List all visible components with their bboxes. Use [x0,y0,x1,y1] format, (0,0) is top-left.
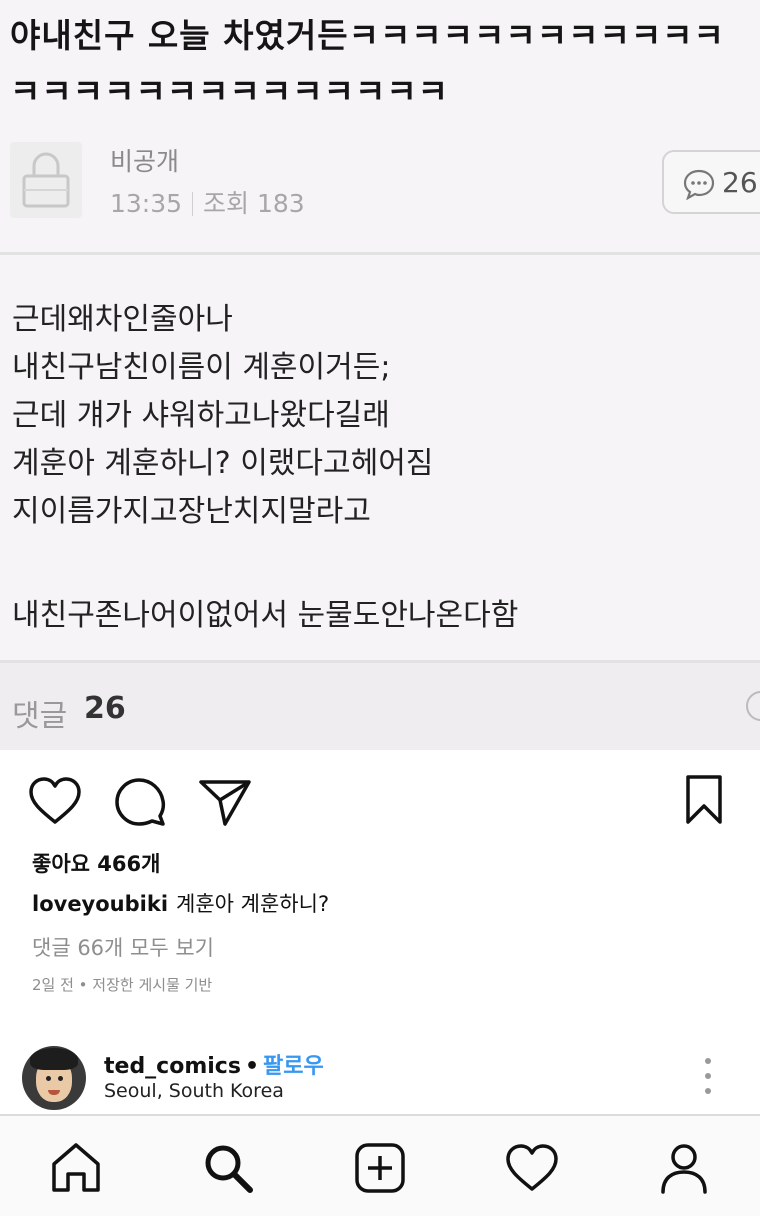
refresh-icon[interactable] [746,691,760,721]
body-line: 지이름가지고장난치지말라고 [12,494,371,529]
tab-profile[interactable] [656,1140,712,1196]
location[interactable]: Seoul, South Korea [104,1080,284,1102]
follow-button[interactable]: 팔로우 [263,1048,324,1080]
lock-icon [22,152,70,208]
post-time-info: 2일 전 • 저장한 게시물 기반 [32,976,213,994]
comments-label: 댓글 [12,699,68,734]
post-author: 비공개 [110,147,180,176]
divider [192,192,194,216]
plus-square-icon [355,1143,405,1193]
post-screenshot: 야내친구 오늘 차였거든ㅋㅋㅋㅋㅋㅋㅋㅋㅋㅋㅋㅋㅋㅋㅋㅋㅋㅋㅋㅋㅋㅋㅋㅋㅋㅋ 비… [0,0,760,750]
author-line: ted_comics • 팔로우 [104,1048,324,1080]
tab-activity[interactable] [504,1140,560,1196]
save-button[interactable] [684,774,724,829]
heart-icon [506,1144,558,1191]
body-line: 계훈아 계훈하니? 이랬다고헤어짐 [12,446,434,481]
comment-count: 26 [722,166,758,199]
tab-search[interactable] [200,1140,256,1196]
avatar-hair [30,1048,78,1070]
more-dot [705,1058,711,1064]
more-options-button[interactable] [696,1056,720,1096]
post-views: 조회 183 [203,189,305,218]
like-button[interactable] [28,776,82,829]
tab-home[interactable] [48,1140,104,1196]
comment-button[interactable] [114,776,166,831]
author-username[interactable]: ted_comics [104,1054,241,1079]
person-icon [661,1144,707,1194]
separator-dot: • [244,1054,260,1079]
caption-text: 계훈아 계훈하니? [176,892,330,916]
author-row: ted_comics • 팔로우 Seoul, South Korea [0,1040,760,1112]
avatar[interactable] [22,1046,86,1110]
comment-bubble-icon [683,169,715,200]
caption-username[interactable]: loveyoubiki [32,892,168,916]
post-title: 야내친구 오늘 차였거든ㅋㅋㅋㅋㅋㅋㅋㅋㅋㅋㅋㅋㅋㅋㅋㅋㅋㅋㅋㅋㅋㅋㅋㅋㅋㅋ [10,16,725,111]
avatar-eye [46,1076,51,1081]
caption: loveyoubiki 계훈아 계훈하니? [32,888,329,918]
search-icon [205,1145,253,1193]
bottom-tab-bar [0,1114,760,1216]
comments-header: 댓글 26 [0,663,760,750]
post-time: 13:35 [110,189,183,218]
action-bar [0,770,760,830]
like-count[interactable]: 좋아요 466개 [32,848,160,878]
heart-icon [29,777,81,824]
body-line: 내친구남친이름이 계훈이거든; [12,350,391,385]
bookmark-icon [686,775,722,824]
share-button[interactable] [198,776,252,831]
comment-count-button[interactable]: 26 [662,150,760,214]
tab-create[interactable] [352,1140,408,1196]
more-dot [705,1088,711,1094]
divider [0,252,760,255]
body-line: 내친구존나어이없어서 눈물도안나온다함 [12,598,519,633]
lock-thumbnail [10,142,82,218]
post-body: 근데왜차인줄아나 내친구남친이름이 계훈이거든; 근데 걔가 샤워하고나왔다길래… [12,296,752,640]
body-line: 근데왜차인줄아나 [12,302,233,337]
comments-number: 26 [84,691,126,726]
paper-plane-icon [199,780,251,826]
post-stats: 13:35 조회 183 [110,184,305,220]
view-all-comments-link[interactable]: 댓글 66개 모두 보기 [32,932,214,962]
body-line: 근데 걔가 샤워하고나왔다길래 [12,398,390,433]
post-meta: 비공개 13:35 조회 183 26 [0,130,760,230]
comment-bubble-icon [115,778,166,826]
more-dot [705,1073,711,1079]
home-icon [52,1143,100,1192]
avatar-eye [58,1076,63,1081]
